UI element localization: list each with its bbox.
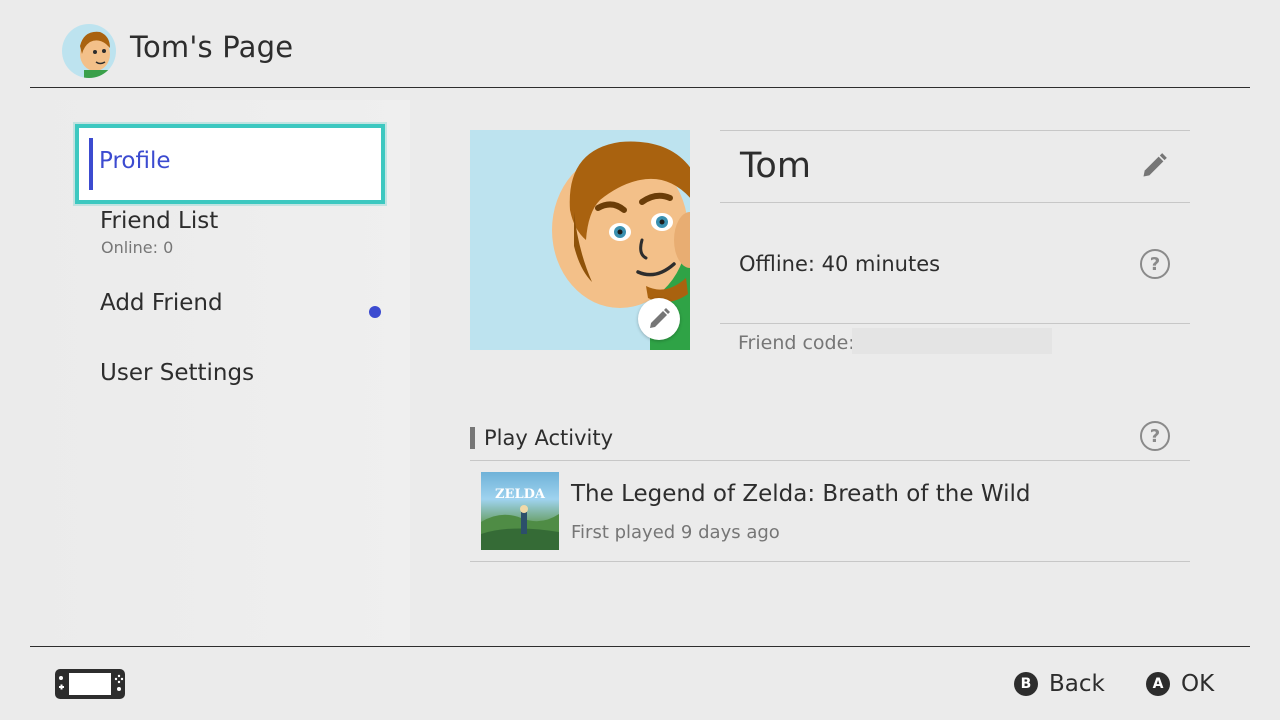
play-activity-title: Play Activity	[484, 426, 614, 450]
info-divider	[720, 323, 1190, 324]
game-logo-text: ZELDA	[495, 487, 546, 502]
friend-code-label: Friend code:	[738, 332, 855, 354]
status-help-button[interactable]: ?	[1140, 249, 1170, 279]
sidebar: Profile Friend List Online: 0 Add Friend…	[30, 100, 410, 646]
sidebar-item-label: Profile	[99, 148, 171, 174]
info-divider	[720, 202, 1190, 203]
sidebar-item-label: Add Friend	[100, 290, 223, 316]
pencil-icon	[650, 308, 670, 328]
back-label: Back	[1049, 671, 1105, 697]
footer-divider	[30, 646, 1250, 647]
sidebar-item-user-settings[interactable]: User Settings	[75, 360, 385, 386]
activity-divider	[470, 561, 1190, 562]
game-thumbnail: ZELDA	[481, 472, 559, 550]
online-status: Offline: 40 minutes	[739, 252, 941, 276]
sidebar-item-label: Friend List	[100, 208, 219, 234]
online-count: Online: 0	[101, 238, 174, 257]
ok-label: OK	[1181, 671, 1215, 697]
user-nickname: Tom	[740, 146, 811, 186]
sidebar-item-profile[interactable]: Profile	[75, 124, 385, 204]
activity-divider	[470, 460, 1190, 461]
b-button-icon: B	[1014, 672, 1038, 696]
info-divider	[720, 130, 1190, 131]
header-divider	[30, 87, 1250, 88]
handheld-console-icon	[55, 669, 125, 699]
first-played-text: First played 9 days ago	[571, 522, 780, 543]
pencil-icon	[1143, 153, 1167, 177]
page-title: Tom's Page	[130, 30, 294, 64]
ok-button[interactable]: A OK	[1146, 668, 1214, 700]
question-mark-icon: ?	[1149, 425, 1161, 447]
sidebar-item-label: User Settings	[100, 360, 255, 386]
notification-dot	[369, 306, 381, 318]
section-marker	[470, 427, 475, 449]
activity-help-button[interactable]: ?	[1140, 421, 1170, 451]
question-mark-icon: ?	[1149, 253, 1161, 275]
profile-mii-image[interactable]	[470, 130, 690, 350]
friend-code-redacted	[852, 328, 1052, 354]
header: Tom's Page	[0, 0, 1280, 88]
sidebar-item-add-friend[interactable]: Add Friend	[75, 290, 385, 318]
user-page-screen: Tom's Page Profile Friend List Online: 0…	[0, 0, 1280, 720]
edit-nickname-button[interactable]	[1140, 152, 1168, 180]
selection-indicator	[89, 138, 93, 190]
a-button-icon: A	[1146, 672, 1170, 696]
back-button[interactable]: B Back	[1014, 668, 1105, 700]
game-title: The Legend of Zelda: Breath of the Wild	[571, 481, 1031, 507]
sidebar-item-friend-list[interactable]: Friend List Online: 0	[75, 208, 385, 257]
edit-mii-button[interactable]	[638, 298, 680, 340]
mii-avatar-icon	[62, 24, 116, 78]
